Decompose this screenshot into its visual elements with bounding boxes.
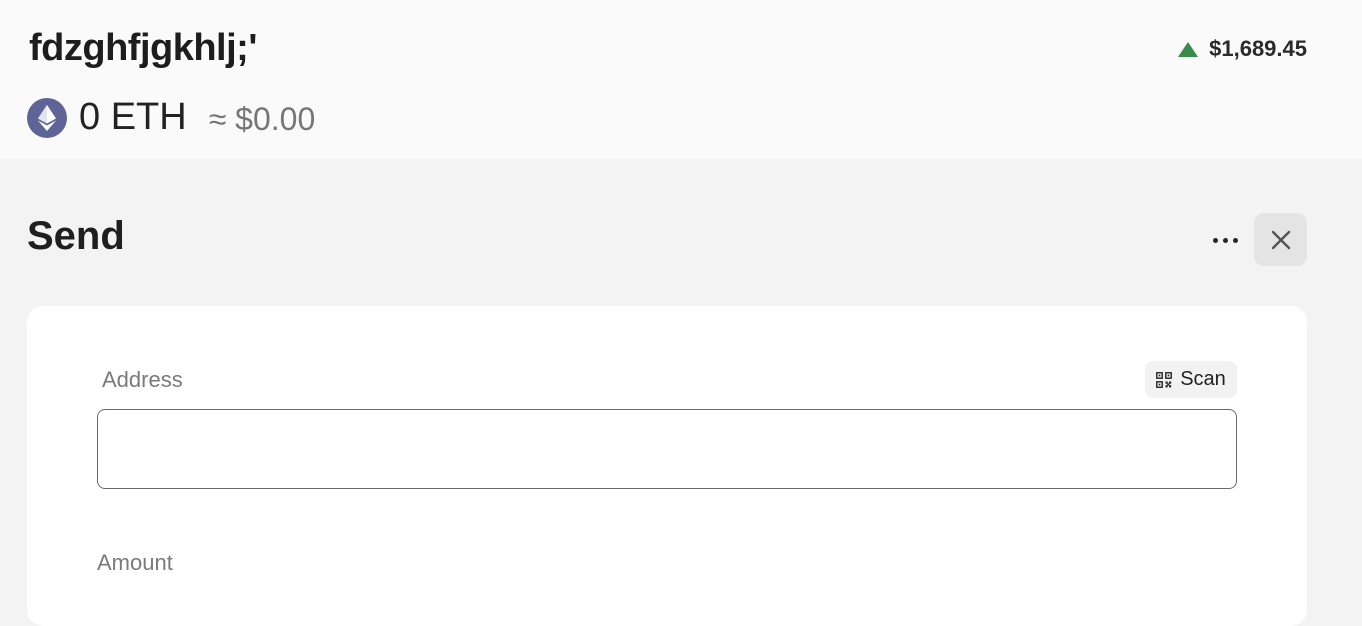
qr-code-icon — [1156, 371, 1173, 388]
send-form-card: Address Scan Amount — [27, 306, 1307, 626]
scan-button[interactable]: Scan — [1145, 361, 1237, 398]
balance-amount: 0 ETH — [79, 96, 187, 138]
account-header: fdzghfjgkhlj;' $1,689.45 0 ETH ≈ $0.00 — [0, 0, 1362, 159]
ethereum-icon — [27, 97, 67, 138]
triangle-up-icon — [1178, 41, 1199, 57]
account-name: fdzghfjgkhlj;' — [29, 27, 257, 69]
balance-row: 0 ETH ≈ $0.00 — [27, 96, 315, 139]
address-input[interactable] — [97, 409, 1237, 489]
page-title: Send — [27, 214, 125, 258]
eth-price: $1,689.45 — [1178, 36, 1307, 62]
more-options-button[interactable] — [1203, 222, 1247, 258]
amount-label: Amount — [97, 550, 173, 575]
ellipsis-dot — [1232, 237, 1238, 243]
eth-price-value: $1,689.45 — [1209, 36, 1307, 61]
scan-label: Scan — [1180, 368, 1226, 390]
ellipsis-icon — [1212, 237, 1218, 243]
close-icon — [1271, 230, 1290, 249]
ellipsis-dot — [1222, 237, 1228, 243]
close-button[interactable] — [1254, 213, 1307, 266]
balance-fiat-value: ≈ $0.00 — [208, 101, 316, 137]
address-label: Address — [102, 367, 183, 392]
